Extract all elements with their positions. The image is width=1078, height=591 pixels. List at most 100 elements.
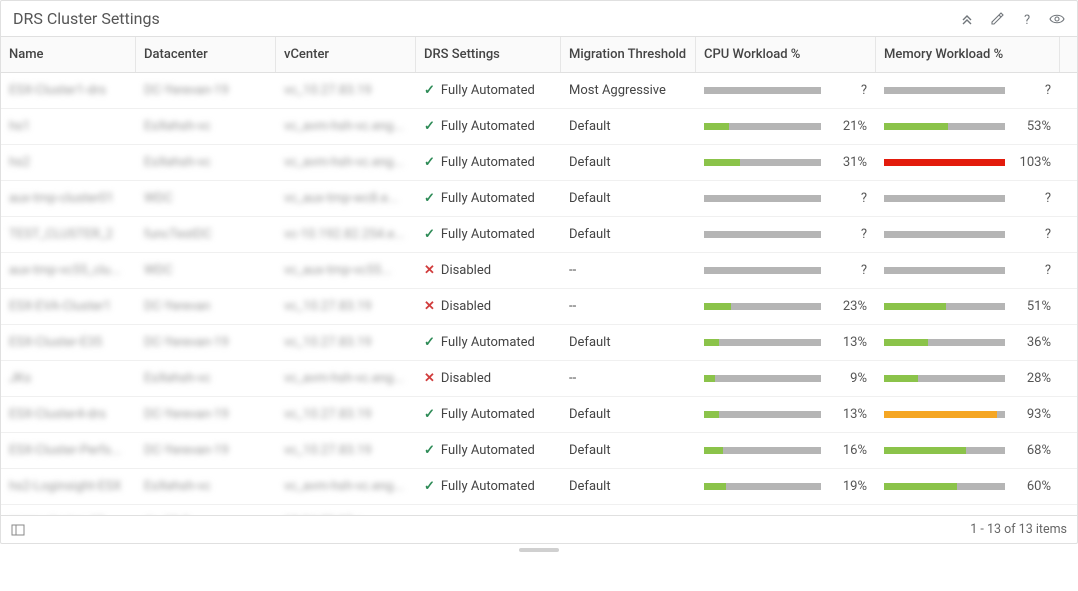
- table-row[interactable]: aux-tmp-vc55_clu...WDCvc_aux-tmp-vc55...…: [1, 253, 1077, 289]
- cell-vcenter: vc_avm-hsh-vc.eng...: [276, 361, 416, 396]
- cell-memory: 51%: [876, 289, 1060, 324]
- table-row[interactable]: ESX-EVA-Cluster1DC-Yerevanvc_10.27.83.19…: [1, 289, 1077, 325]
- cell-vcenter: vc_aux-tmp-vc55...: [276, 253, 416, 288]
- svg-text:?: ?: [1024, 13, 1030, 26]
- cell-name: aux-tmp-cluster01: [1, 181, 136, 216]
- table-row[interactable]: hs2EsXehsh-vcvc_avm-hsh-vc.eng...✓Fully …: [1, 145, 1077, 181]
- columns-picker-icon[interactable]: [11, 524, 25, 536]
- workload-bar: [704, 303, 821, 310]
- col-header-name[interactable]: Name: [1, 37, 136, 72]
- col-header-cpu[interactable]: CPU Workload %: [696, 37, 876, 72]
- col-header-memory[interactable]: Memory Workload %: [876, 37, 1060, 72]
- cell-name: hs2-Loginsight-ESX: [1, 469, 136, 504]
- cell-datacenter: EsXehsh-vc: [136, 361, 276, 396]
- workload-bar: [884, 339, 1005, 346]
- cell-name: ESX-Cluster1-drs: [1, 73, 136, 108]
- drs-status: ✕Disabled: [424, 263, 491, 278]
- cell-datacenter: DC-Yerevan-19: [136, 397, 276, 432]
- cell-memory: ?: [876, 253, 1060, 288]
- check-icon: ✓: [424, 155, 435, 170]
- cell-vcenter: 10.34.55.87.e...: [276, 505, 416, 515]
- col-header-datacenter[interactable]: Datacenter: [136, 37, 276, 72]
- workload-bar-fill: [884, 159, 1005, 166]
- table-row[interactable]: aux-tmp-cluster01WDCvc_aux-tmp-wc8.e...✓…: [1, 181, 1077, 217]
- cell-drs: ✕Disabled: [416, 253, 561, 288]
- workload-value: 68%: [1013, 443, 1051, 458]
- cell-datacenter: EsXehsh-vc: [136, 109, 276, 144]
- cell-name: aux-tmp-vc55_clu...: [1, 253, 136, 288]
- visibility-icon[interactable]: [1049, 11, 1065, 27]
- collapse-icon[interactable]: [959, 11, 975, 27]
- table-row[interactable]: hs2-Loginsight-ESXEsXehsh-vcvc_avm-hsh-v…: [1, 469, 1077, 505]
- table-row[interactable]: more_cluster_13dc_19-310.34.55.87.e...✕D…: [1, 505, 1077, 515]
- widget-header-actions: ?: [959, 11, 1065, 27]
- cell-cpu: 13%: [696, 397, 876, 432]
- table-row[interactable]: JKsEsXehsh-vcvc_avm-hsh-vc.eng...✕Disabl…: [1, 361, 1077, 397]
- cell-migration: Default: [561, 433, 696, 468]
- widget-footer: 1 - 13 of 13 items: [1, 515, 1077, 543]
- workload-value: 103%: [1013, 155, 1051, 170]
- cell-cpu: 22%: [696, 505, 876, 515]
- workload-bar-fill: [704, 123, 729, 130]
- cell-migration: Default: [561, 217, 696, 252]
- check-icon: ✓: [424, 479, 435, 494]
- widget-title: DRS Cluster Settings: [13, 9, 160, 28]
- cell-vcenter: vc_avm-hsh-vc.eng...: [276, 469, 416, 504]
- workload-value: 31%: [829, 155, 867, 170]
- cell-name: ESX-Cluster-E35: [1, 325, 136, 360]
- workload-bar-fill: [704, 447, 723, 454]
- workload-bar-fill: [884, 411, 997, 418]
- table-row[interactable]: TEST_CLUSTER_2funcTestDCvc-10.192.82.254…: [1, 217, 1077, 253]
- workload-bar-fill: [704, 303, 731, 310]
- cell-name: hs2: [1, 145, 136, 180]
- cell-cpu: 16%: [696, 433, 876, 468]
- cell-vcenter: vc_10.27.83.19: [276, 433, 416, 468]
- check-icon: ✓: [424, 83, 435, 98]
- workload-bar: [884, 267, 1005, 274]
- drs-status: ✓Fully Automated: [424, 83, 535, 98]
- table-row[interactable]: ESX-Cluster-E35DC-Yerevan-19vc_10.27.83.…: [1, 325, 1077, 361]
- edit-icon[interactable]: [989, 11, 1005, 27]
- table-row[interactable]: ESX-Cluster1-drsDC-Yerevan-19vc_10.27.83…: [1, 73, 1077, 109]
- cluster-table: Name Datacenter vCenter DRS Settings Mig…: [1, 36, 1077, 515]
- workload-bar-fill: [884, 123, 948, 130]
- cell-migration: Default: [561, 181, 696, 216]
- cell-drs: ✓Fully Automated: [416, 217, 561, 252]
- cell-memory: 36%: [876, 325, 1060, 360]
- table-row[interactable]: hs1EsXehsh-vcvc_avm-hsh-vc.eng...✓Fully …: [1, 109, 1077, 145]
- col-header-drs[interactable]: DRS Settings: [416, 37, 561, 72]
- workload-value: ?: [829, 227, 867, 242]
- workload-bar: [884, 447, 1005, 454]
- help-icon[interactable]: ?: [1019, 11, 1035, 27]
- drs-status: ✓Fully Automated: [424, 191, 535, 206]
- workload-value: 16%: [829, 443, 867, 458]
- table-row[interactable]: ESX-Cluster-Perfs...DC-Yerevan-19vc_10.2…: [1, 433, 1077, 469]
- check-icon: ✓: [424, 119, 435, 134]
- workload-bar: [704, 195, 821, 202]
- workload-value: 13%: [829, 335, 867, 350]
- col-header-migration[interactable]: Migration Threshold: [561, 37, 696, 72]
- workload-value: 93%: [1013, 407, 1051, 422]
- cell-vcenter: vc_avm-hsh-vc.eng...: [276, 145, 416, 180]
- cell-vcenter: vc_aux-tmp-wc8.e...: [276, 181, 416, 216]
- drs-status: ✕Disabled: [424, 299, 491, 314]
- cell-drs: ✓Fully Automated: [416, 469, 561, 504]
- cell-cpu: ?: [696, 253, 876, 288]
- workload-bar: [884, 231, 1005, 238]
- cell-migration: --: [561, 505, 696, 515]
- cross-icon: ✕: [424, 299, 435, 314]
- cell-memory: 93%: [876, 397, 1060, 432]
- workload-bar: [884, 195, 1005, 202]
- cell-drs: ✓Fully Automated: [416, 181, 561, 216]
- cell-drs: ✕Disabled: [416, 289, 561, 324]
- table-body[interactable]: ESX-Cluster1-drsDC-Yerevan-19vc_10.27.83…: [1, 73, 1077, 515]
- cell-memory: 68%: [876, 433, 1060, 468]
- table-row[interactable]: ESX-Cluster4-drsDC-Yerevan-19vc_10.27.83…: [1, 397, 1077, 433]
- cell-vcenter: vc_10.27.83.19: [276, 289, 416, 324]
- cell-memory: 28%: [876, 361, 1060, 396]
- cell-name: JKs: [1, 361, 136, 396]
- workload-bar-fill: [884, 339, 928, 346]
- col-header-vcenter[interactable]: vCenter: [276, 37, 416, 72]
- resize-handle[interactable]: [519, 548, 559, 552]
- cell-name: ESX-EVA-Cluster1: [1, 289, 136, 324]
